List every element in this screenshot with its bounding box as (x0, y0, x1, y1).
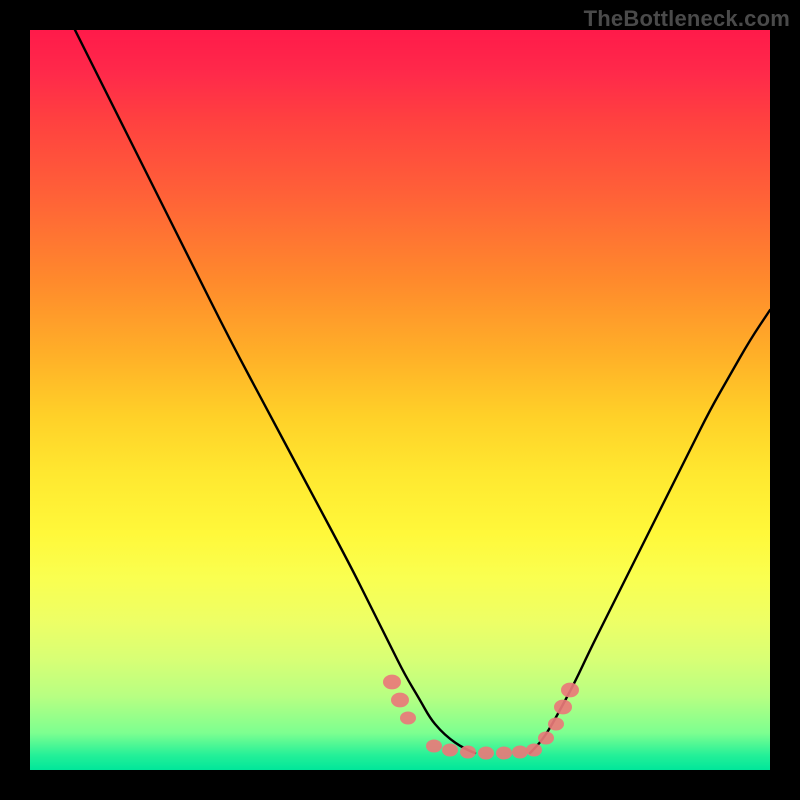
watermark-text: TheBottleneck.com (584, 6, 790, 32)
chart-svg (30, 30, 770, 770)
data-point (548, 717, 564, 730)
data-point (526, 743, 542, 756)
data-point (460, 745, 476, 758)
data-point (478, 746, 494, 759)
data-point (442, 743, 458, 756)
data-point (561, 683, 579, 698)
data-point (512, 745, 528, 758)
curve-left (70, 30, 475, 753)
data-point (383, 675, 401, 690)
data-point (554, 700, 572, 715)
data-point (391, 693, 409, 708)
data-point (496, 746, 512, 759)
data-point (426, 739, 442, 752)
plot-area (30, 30, 770, 770)
data-point (538, 731, 554, 744)
chart-frame: TheBottleneck.com (0, 0, 800, 800)
data-point (400, 711, 416, 724)
